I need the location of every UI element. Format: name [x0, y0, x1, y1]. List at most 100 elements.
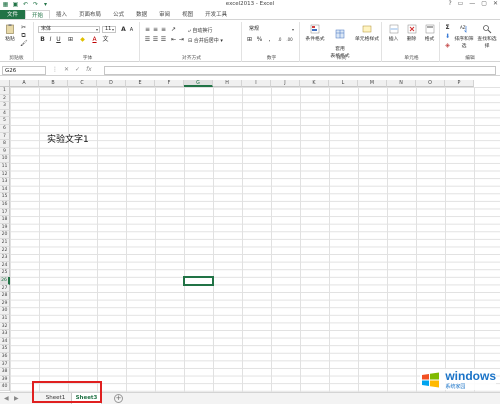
row-header[interactable]: 5	[0, 117, 10, 125]
help-icon[interactable]: ?	[448, 0, 451, 7]
row-header[interactable]: 25	[0, 269, 10, 277]
row-header[interactable]: 20	[0, 231, 10, 239]
row-header[interactable]: 37	[0, 360, 10, 369]
row-header[interactable]: 30	[0, 307, 10, 315]
find-select-button[interactable]: 查找和选择	[476, 24, 498, 49]
tab-file[interactable]: 文件	[0, 10, 26, 19]
column-header[interactable]: A	[10, 80, 39, 87]
ribbon-display-icon[interactable]: ▭	[458, 0, 464, 7]
next-sheet-icon[interactable]: ▶	[14, 395, 19, 402]
column-header[interactable]: G	[184, 80, 213, 87]
italic-button[interactable]: I	[47, 36, 54, 43]
bold-button[interactable]: B	[39, 36, 46, 43]
row-header[interactable]: 10	[0, 155, 10, 163]
name-box[interactable]: G26	[2, 66, 46, 75]
row-header[interactable]: 27	[0, 284, 10, 293]
row-header[interactable]: 28	[0, 292, 10, 300]
merge-center-button[interactable]: ⊟ 合并后居中 ▾	[188, 37, 223, 44]
row-header[interactable]: 32	[0, 322, 10, 331]
row-header[interactable]: 11	[0, 163, 10, 171]
percent-icon[interactable]: %	[256, 36, 263, 43]
row-header[interactable]: 21	[0, 239, 10, 247]
delete-cells-button[interactable]: 删除	[403, 24, 420, 42]
row-header[interactable]: 14	[0, 185, 10, 194]
row-header[interactable]: 19	[0, 223, 10, 232]
font-color-button[interactable]: A	[91, 36, 98, 43]
orientation-icon[interactable]: ↗	[170, 26, 177, 33]
add-sheet-icon[interactable]: +	[114, 394, 123, 403]
selected-cell[interactable]	[183, 276, 214, 286]
row-header[interactable]: 15	[0, 193, 10, 201]
enter-icon[interactable]: ✓	[75, 66, 80, 73]
cell-styles-button[interactable]: 单元格样式	[353, 24, 381, 42]
row-header[interactable]: 36	[0, 353, 10, 361]
align-middle-icon[interactable]: ≡	[152, 26, 159, 33]
font-size-select[interactable]: 11 ▾	[102, 26, 116, 33]
row-header[interactable]: 26	[0, 277, 10, 285]
tab-developer[interactable]: 开发工具	[199, 10, 233, 19]
row-header[interactable]: 22	[0, 246, 10, 255]
column-header[interactable]: E	[126, 80, 155, 87]
paste-button[interactable]: 粘贴	[2, 24, 18, 42]
decrease-indent-icon[interactable]: ⇤	[170, 36, 177, 43]
row-header[interactable]: 13	[0, 178, 10, 186]
row-header[interactable]: 16	[0, 201, 10, 209]
increase-indent-icon[interactable]: ⇥	[178, 36, 185, 43]
cancel-icon[interactable]: ✕	[64, 66, 69, 73]
column-header[interactable]: J	[271, 80, 300, 87]
tab-insert[interactable]: 插入	[50, 10, 73, 19]
wrap-text-button[interactable]: ⤶ 自动换行	[188, 27, 212, 34]
row-header[interactable]: 29	[0, 299, 10, 308]
shrink-font-button[interactable]: A	[128, 27, 135, 34]
column-header[interactable]: N	[387, 80, 416, 87]
tab-view[interactable]: 视图	[176, 10, 199, 19]
insert-function-icon[interactable]: fx	[86, 66, 92, 73]
column-header[interactable]: H	[213, 80, 242, 87]
row-header[interactable]: 3	[0, 102, 10, 110]
row-header[interactable]: 31	[0, 315, 10, 323]
cut-icon[interactable]: ✂	[20, 24, 27, 31]
phonetic-icon[interactable]: 文	[102, 36, 109, 43]
minimize-icon[interactable]: —	[469, 0, 475, 7]
row-header[interactable]: 9	[0, 147, 10, 156]
formula-input[interactable]	[104, 66, 496, 75]
column-header[interactable]: F	[155, 80, 184, 87]
column-header[interactable]: B	[39, 80, 68, 87]
row-header[interactable]: 40	[0, 383, 10, 391]
tab-page-layout[interactable]: 页面布局	[73, 10, 107, 19]
conditional-format-button[interactable]: 条件格式	[303, 24, 327, 42]
column-header[interactable]: C	[68, 80, 97, 87]
prev-sheet-icon[interactable]: ◀	[4, 395, 9, 402]
insert-cells-button[interactable]: 插入	[385, 24, 402, 42]
row-header[interactable]: 23	[0, 254, 10, 262]
align-right-icon[interactable]: ☰	[160, 36, 167, 43]
column-header[interactable]: D	[97, 80, 126, 87]
autosum-icon[interactable]: Σ	[444, 24, 451, 31]
maximize-icon[interactable]: ▢	[481, 0, 487, 7]
row-header[interactable]: 6	[0, 125, 10, 133]
tab-formulas[interactable]: 公式	[107, 10, 130, 19]
fill-color-icon[interactable]: ◆	[79, 36, 86, 43]
column-header[interactable]: P	[445, 80, 474, 87]
number-format-select[interactable]: 常规 ▾	[246, 26, 296, 33]
column-header[interactable]: I	[242, 80, 271, 87]
column-header[interactable]: K	[300, 80, 329, 87]
row-header[interactable]: 17	[0, 208, 10, 217]
underline-button[interactable]: U	[55, 36, 62, 43]
grow-font-button[interactable]: A	[120, 26, 127, 33]
align-top-icon[interactable]: ≡	[144, 26, 151, 33]
column-header[interactable]: M	[358, 80, 387, 87]
row-header[interactable]: 8	[0, 140, 10, 148]
close-icon[interactable]: ✕	[493, 0, 498, 7]
row-header[interactable]: 33	[0, 330, 10, 338]
format-painter-icon[interactable]: 🖌	[20, 40, 28, 47]
row-header[interactable]: 12	[0, 170, 10, 179]
align-bottom-icon[interactable]: ≡	[160, 26, 167, 33]
font-name-select[interactable]: 宋体 ▾	[38, 26, 100, 33]
tab-home[interactable]: 开始	[25, 10, 51, 19]
align-left-icon[interactable]: ☰	[144, 36, 151, 43]
row-header[interactable]: 24	[0, 261, 10, 270]
decrease-decimal-icon[interactable]: .00	[286, 36, 293, 43]
cell-b7-text[interactable]: 实验文字1	[47, 132, 89, 145]
row-header[interactable]: 1	[0, 87, 10, 95]
